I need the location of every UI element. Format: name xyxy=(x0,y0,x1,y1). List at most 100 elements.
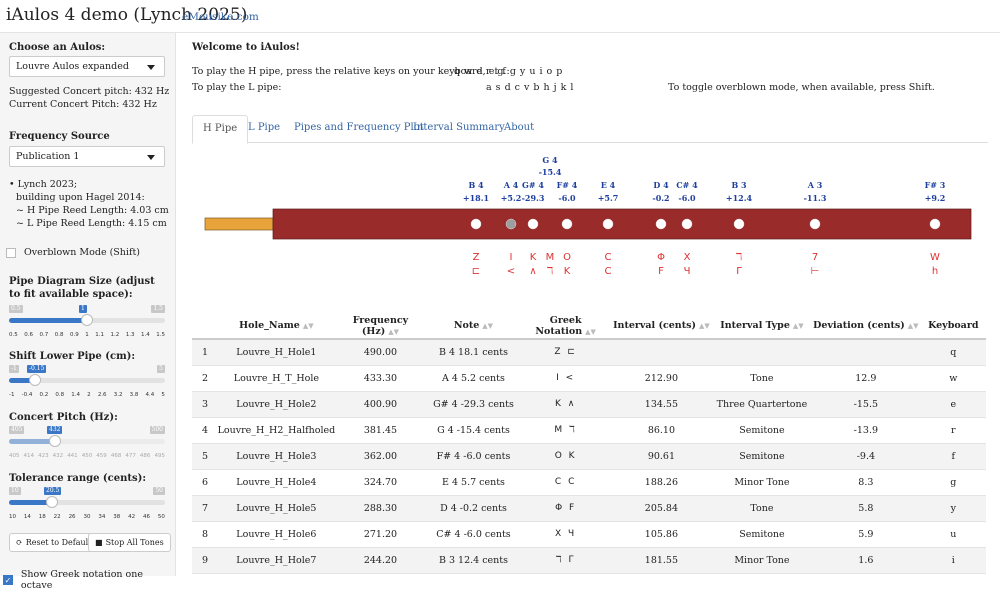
column-header[interactable]: Interval Type ▲▼ xyxy=(712,313,812,340)
finger-hole[interactable] xyxy=(929,218,941,230)
greek-symbol-bottom: K xyxy=(564,266,571,277)
table-cell: 4 xyxy=(192,417,218,444)
slider-handle[interactable] xyxy=(29,374,41,386)
finger-hole[interactable] xyxy=(527,218,539,230)
hole-cents-label: -6.0 xyxy=(678,193,696,203)
slider-tick-label: 0.7 xyxy=(39,332,49,338)
greek-symbol-bottom: < xyxy=(507,266,515,277)
slider-tick-label: 0.2 xyxy=(39,392,49,398)
table-row[interactable]: 7 Louvre_H_Hole5 288.30 D 4 -0.2 cents Φ F 20… xyxy=(192,495,986,522)
finger-hole[interactable] xyxy=(561,218,573,230)
hole-note-label: F# 3 xyxy=(925,180,946,190)
tab-about[interactable]: About xyxy=(494,115,544,143)
slider-tick-label: 3.8 xyxy=(129,392,139,398)
slider-tick-label: 2.6 xyxy=(97,392,107,398)
table-row[interactable]: 3 Louvre_H_Hole2 400.90 G# 4 -29.3 cents K ∧… xyxy=(192,391,986,418)
table-cell: Semitone xyxy=(712,417,812,444)
greek-octave-checkbox-row[interactable]: ✓ Show Greek notation one octave xyxy=(3,569,175,591)
pipe-tabs: H Pipe L Pipe Pipes and Frequency Plot I… xyxy=(192,115,988,144)
sort-icon: ▲▼ xyxy=(302,321,314,330)
stop-all-tones-button[interactable]: ■ Stop All Tones xyxy=(88,533,171,552)
slider-handle[interactable] xyxy=(81,314,93,326)
overblown-instruction: To toggle overblown mode, when available… xyxy=(668,82,935,93)
table-cell: i xyxy=(920,547,986,574)
column-header[interactable]: Deviation (cents) ▲▼ xyxy=(811,313,921,340)
hole-cents-label: -15.4 xyxy=(539,167,562,177)
diagram-size-slider[interactable]: 0.5 1.5 1 0.5 0.6 0.7 0.8 0.9 1 1.1 1.2 1.3 1.4 1.5 xyxy=(9,305,165,343)
finger-hole[interactable] xyxy=(733,218,745,230)
table-row[interactable]: 8 Louvre_H_Hole6 271.20 C# 4 -6.0 cents X Ч1… xyxy=(192,521,986,548)
hole-note-label: C# 4 xyxy=(676,180,698,190)
greek-octave-label: Show Greek notation one octave xyxy=(20,569,144,591)
finger-hole[interactable] xyxy=(602,218,614,230)
slider-tick-label: 405 xyxy=(9,453,20,459)
slider-tick-labels: 10 14 18 22 26 30 34 38 42 46 50 xyxy=(9,514,165,520)
greek-symbol-top: X xyxy=(684,252,691,263)
table-row[interactable]: 2 Louvre_H_T_Hole 433.30 A 4 5.2 cents I <21… xyxy=(192,365,986,392)
table-cell: q xyxy=(920,339,986,366)
reset-default-button[interactable]: ⟳ Reset to Default xyxy=(9,533,99,552)
column-header[interactable]: Interval (cents) ▲▼ xyxy=(610,313,713,340)
table-cell: 5.9 xyxy=(811,521,921,548)
hole-note-label: D 4 xyxy=(653,180,669,190)
column-header[interactable]: Frequency (Hz) ▲▼ xyxy=(335,313,426,340)
table-cell: 362.00 xyxy=(335,443,426,470)
finger-hole[interactable] xyxy=(809,218,821,230)
hole-note-label: B 3 xyxy=(731,180,747,190)
greek-symbol-bottom: F xyxy=(658,266,664,277)
column-header[interactable]: Hole_Name ▲▼ xyxy=(217,313,336,340)
overblown-checkbox[interactable] xyxy=(6,247,16,258)
table-cell: C# 4 -6.0 cents xyxy=(425,521,522,548)
concert-pitch-slider[interactable]: 405 500 432 405 414 423 432 441 450 459 468 477 486 4… xyxy=(9,426,165,464)
table-cell: 105.86 xyxy=(610,521,713,548)
hole-cents-label: -11.3 xyxy=(804,193,827,203)
hole-cents-label: -29.3 xyxy=(522,193,545,203)
finger-hole[interactable] xyxy=(655,218,667,230)
column-header[interactable]: Note ▲▼ xyxy=(425,313,522,340)
slider-tick-label: 1.2 xyxy=(110,332,120,338)
slider-min: 0.5 xyxy=(9,305,23,313)
table-row[interactable]: 9 Louvre_H_Hole7 244.20 B 3 12.4 cents ℸ Γ 18… xyxy=(192,547,986,574)
table-row[interactable]: 6 Louvre_H_Hole4 324.70 E 4 5.7 cents C C 188… xyxy=(192,469,986,496)
hole-note-label: A 4 xyxy=(503,180,519,190)
greek-symbol-bottom: Ч xyxy=(684,266,691,277)
sort-icon: ▲▼ xyxy=(907,321,919,330)
table-cell: 1.6 xyxy=(811,547,921,574)
welcome-heading: Welcome to iAulos! xyxy=(192,42,300,53)
shift-lower-pipe-slider[interactable]: -1 5 -0.15 -1 -0.4 0.2 0.8 1.4 2 2.6 3.2 3.8 4.4 5 xyxy=(9,365,165,403)
table-cell: Louvre_H_Hole3 xyxy=(217,443,336,470)
slider-handle[interactable] xyxy=(49,435,61,447)
table-cell: B 4 18.1 cents xyxy=(425,339,522,366)
table-cell: G# 4 -29.3 cents xyxy=(425,391,522,418)
table-row[interactable]: 4 Louvre_H_H2_Halfholed 381.45 G 4 -15.4 ce… xyxy=(192,417,986,444)
slider-min: 10 xyxy=(9,487,21,495)
greek-symbol-bottom: ⊏ xyxy=(472,266,480,277)
table-row[interactable]: 1 Louvre_H_Hole1 490.00 B 4 18.1 cents Z ⊏ q xyxy=(192,339,986,366)
column-header[interactable]: Keyboard xyxy=(920,313,986,340)
slider-handle[interactable] xyxy=(46,496,58,508)
column-header[interactable]: Greek Notation ▲▼ xyxy=(521,313,611,340)
slider-tick-label: 26 xyxy=(68,514,76,520)
table-cell: 134.55 xyxy=(610,391,713,418)
greek-octave-checkbox[interactable]: ✓ xyxy=(3,575,13,585)
greek-symbol-top: K xyxy=(530,252,537,263)
greek-notation-cell: C C xyxy=(521,469,611,496)
greek-symbol-top: I xyxy=(510,252,513,263)
overblown-checkbox-row[interactable]: Overblown Mode (Shift) xyxy=(6,247,140,258)
emousike-link[interactable]: eMousike.com xyxy=(182,11,259,23)
hole-note-label: G 4 xyxy=(542,155,558,165)
greek-symbol-bottom: C xyxy=(605,266,612,277)
greek-symbol-top: 7 xyxy=(812,252,818,263)
finger-hole[interactable] xyxy=(505,218,517,230)
aulos-select[interactable]: Louvre Aulos expanded xyxy=(9,56,165,77)
hole-note-label: F# 4 xyxy=(557,180,578,190)
slider-tick-label: 4.4 xyxy=(145,392,155,398)
table-cell: 8.3 xyxy=(811,469,921,496)
table-cell: Three Quartertone xyxy=(712,391,812,418)
table-row[interactable]: 5 Louvre_H_Hole3 362.00 F# 4 -6.0 cents O K9… xyxy=(192,443,986,470)
finger-hole[interactable] xyxy=(681,218,693,230)
frequency-source-select[interactable]: Publication 1 xyxy=(9,146,165,167)
tolerance-slider[interactable]: 10 50 20.5 10 14 18 22 26 30 34 38 42 46 50 xyxy=(9,487,165,525)
tab-l-pipe[interactable]: L Pipe xyxy=(238,115,290,143)
finger-hole[interactable] xyxy=(470,218,482,230)
